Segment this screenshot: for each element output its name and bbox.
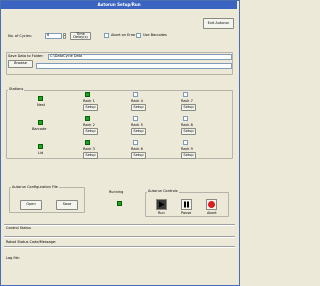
barcode-led [38,120,43,125]
rack-8-setup-button[interactable]: Setup [181,128,196,135]
save-button[interactable]: Save [56,200,78,210]
rack-2-label: Rack 2 [83,123,95,127]
browse-button[interactable]: Browse [8,60,33,68]
autorun-controls-title: Autorun Controls [147,189,179,193]
nest-label: Nest [37,103,45,107]
stations-title: Stations [8,87,25,91]
save-folder-progress [36,63,232,69]
status-divider [4,224,235,226]
rack-2-led [85,116,90,121]
rack-7-setup-button[interactable]: Setup [181,104,196,111]
rack-6-checkbox[interactable] [133,140,138,145]
lid-led [38,144,43,149]
save-folder-path[interactable]: C:\DataCycle Data [48,54,232,60]
abort-on-error-checkbox[interactable] [104,33,109,38]
rack-5-checkbox[interactable] [133,116,138,121]
rack-2-setup-button[interactable]: Setup [83,128,98,135]
rack-3-label: Rack 3 [83,147,95,151]
use-barcodes-label: Use Barcodes [143,33,167,37]
rack-9-checkbox[interactable] [183,140,188,145]
run-button[interactable] [156,199,167,210]
status-divider-2 [4,236,235,238]
rack-6-setup-button[interactable]: Setup [131,152,146,159]
window-title: Autorun Setup/Run [1,1,237,9]
exit-autorun-button[interactable]: Exit Autorun [203,18,234,29]
control-status-label: Control Status [6,226,31,230]
save-folder-label: Save Data to Folder: [8,54,44,58]
rack-4-setup-button[interactable]: Setup [131,104,146,111]
nest-led [38,96,43,101]
rack-9-label: Rack 9 [181,147,193,151]
pause-label: Pause [181,211,192,215]
use-barcodes-checkbox[interactable] [136,33,141,38]
cycles-input[interactable]: 6 [45,33,62,39]
status-divider-3 [4,246,235,248]
rack-7-checkbox[interactable] [183,92,188,97]
time-delay-button[interactable]: Time Delay(s) [70,32,91,40]
abort-on-error-label: Abort on Error [111,33,136,37]
rack-1-led [85,92,90,97]
rack-7-label: Rack 7 [181,99,193,103]
rack-6-label: Rack 6 [131,147,143,151]
cycles-spinner[interactable]: ▴ [63,33,66,39]
rack-1-label: Rack 1 [83,99,95,103]
rack-4-label: Rack 4 [131,99,143,103]
stop-icon [208,201,215,208]
rack-3-setup-button[interactable]: Setup [83,152,98,159]
config-file-title: Autorun Configuration File [11,185,59,189]
robot-status-label: Robot Status Code/Message: [6,240,57,244]
abort-button[interactable] [206,199,217,210]
abort-label: Abort [207,211,217,215]
barcode-label: Barcode [32,127,47,131]
cycles-label: No. of Cycles: [8,34,32,38]
running-led [117,201,122,206]
play-icon [159,201,165,208]
running-label: Running [109,190,124,194]
lid-label: Lid [38,151,44,155]
log-file-label: Log file: [6,256,20,260]
rack-8-label: Rack 8 [181,123,193,127]
rack-8-checkbox[interactable] [183,116,188,121]
rack-4-checkbox[interactable] [133,92,138,97]
rack-3-led [85,140,90,145]
open-button[interactable]: Open [20,200,42,210]
pause-icon [184,201,189,208]
run-label: Run [158,211,165,215]
pause-button[interactable] [181,199,192,210]
rack-1-setup-button[interactable]: Setup [83,104,98,111]
rack-5-setup-button[interactable]: Setup [131,128,146,135]
rack-9-setup-button[interactable]: Setup [181,152,196,159]
rack-5-label: Rack 5 [131,123,143,127]
